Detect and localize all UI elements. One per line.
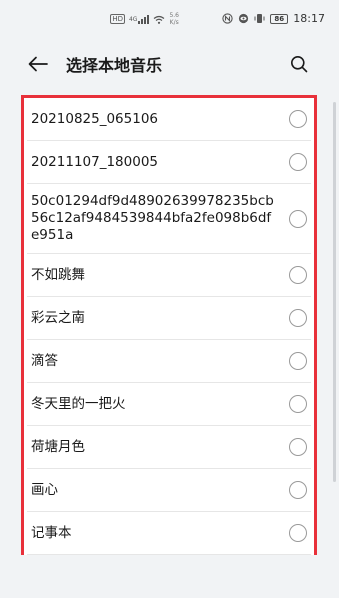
radio-button[interactable]	[289, 395, 307, 413]
radio-button[interactable]	[289, 309, 307, 327]
radio-button[interactable]	[289, 110, 307, 128]
list-item[interactable]: 20210825_065106	[27, 98, 311, 141]
list-item[interactable]: 滴答	[27, 340, 311, 383]
status-left-icons: HD 4G 5.6 K/s	[110, 12, 179, 26]
list-item-label: 滴答	[31, 352, 58, 369]
list-item[interactable]: 彩云之南	[27, 297, 311, 340]
list-item[interactable]: 画心	[27, 469, 311, 512]
page-title: 选择本地音乐	[66, 56, 163, 75]
list-item-label: 20210825_065106	[31, 110, 158, 127]
title-bar: 选择本地音乐	[0, 42, 339, 86]
list-item[interactable]: 记事本	[27, 512, 311, 555]
list-item[interactable]: 不如跳舞	[27, 254, 311, 297]
battery-icon: 86	[270, 13, 289, 24]
list-item-label: 20211107_180005	[31, 153, 158, 170]
clock: 18:17	[293, 12, 325, 25]
status-bar: HD 4G 5.6 K/s 86 18:17	[0, 0, 339, 42]
wifi-icon	[153, 15, 165, 24]
radio-button[interactable]	[289, 524, 307, 542]
list-item[interactable]: 50c01294df9d48902639978235bcb56c12af9484…	[27, 184, 311, 254]
radio-button[interactable]	[289, 438, 307, 456]
list-item-label: 彩云之南	[31, 309, 85, 326]
radio-button[interactable]	[289, 209, 307, 228]
status-right-icons: 86 18:17	[222, 12, 325, 25]
radio-button[interactable]	[289, 153, 307, 171]
radio-button[interactable]	[289, 266, 307, 284]
radio-button[interactable]	[289, 481, 307, 499]
signal-icon: 4G	[128, 14, 150, 24]
list-item[interactable]: 冬天里的一把火	[27, 383, 311, 426]
back-arrow-icon	[28, 56, 48, 72]
nfc-icon	[222, 13, 233, 24]
scrollbar[interactable]	[333, 102, 336, 482]
list-item-label: 记事本	[31, 524, 72, 541]
sim-badge: HD	[110, 14, 125, 24]
vibrate-icon	[254, 13, 265, 24]
net-speed-unit: K/s	[169, 19, 179, 26]
list-item[interactable]: 20211107_180005	[27, 141, 311, 184]
list-item-label: 荷塘月色	[31, 438, 85, 455]
list-item[interactable]	[27, 555, 311, 598]
net-speed: 5.6 K/s	[169, 12, 179, 26]
music-list-highlight: 20210825_065106 20211107_180005 50c01294…	[21, 95, 317, 555]
list-item-label: 画心	[31, 481, 58, 498]
list-item-label: 不如跳舞	[31, 266, 85, 283]
music-list: 20210825_065106 20211107_180005 50c01294…	[27, 98, 311, 598]
radio-button[interactable]	[289, 352, 307, 370]
search-icon	[291, 56, 308, 73]
list-item-label: 50c01294df9d48902639978235bcb56c12af9484…	[31, 193, 274, 243]
list-item-label: 冬天里的一把火	[31, 395, 126, 412]
search-button[interactable]	[285, 50, 313, 78]
eye-icon	[238, 13, 249, 24]
signal-badge: 4G	[128, 15, 138, 23]
list-item[interactable]: 荷塘月色	[27, 426, 311, 469]
net-speed-value: 5.6	[169, 12, 179, 19]
back-button[interactable]	[24, 50, 52, 78]
